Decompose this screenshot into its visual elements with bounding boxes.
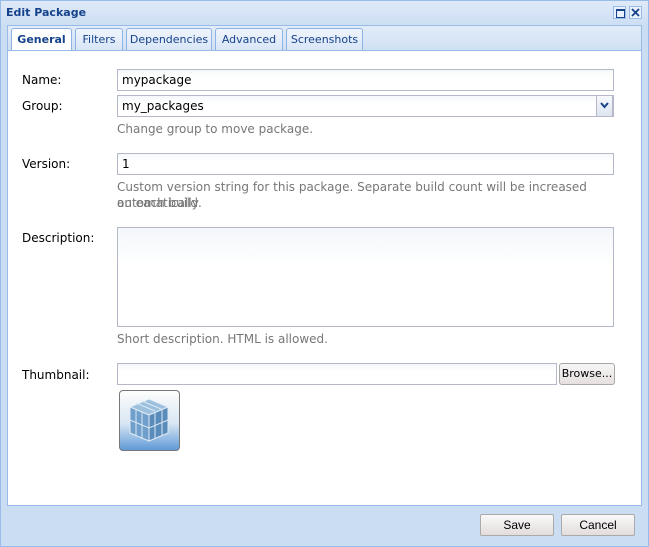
group-value: my_packages <box>122 99 204 113</box>
maximize-button[interactable] <box>613 6 626 19</box>
close-icon <box>631 8 640 17</box>
cancel-button[interactable]: Cancel <box>561 514 635 536</box>
tab-advanced[interactable]: Advanced <box>215 28 283 51</box>
title-bar[interactable]: Edit Package <box>1 1 648 25</box>
tab-filters[interactable]: Filters <box>75 28 123 51</box>
group-hint: Change group to move package. <box>117 122 314 136</box>
description-hint: Short description. HTML is allowed. <box>117 332 328 346</box>
tab-screenshots[interactable]: Screenshots <box>286 28 363 51</box>
thumbnail-label: Thumbnail: <box>22 368 90 382</box>
dialog-title: Edit Package <box>6 6 87 19</box>
save-button[interactable]: Save <box>480 514 554 536</box>
package-cube-icon <box>128 398 170 442</box>
thumbnail-file-input[interactable] <box>117 363 557 385</box>
tab-strip: General Filters Dependencies Advanced Sc… <box>7 25 642 52</box>
version-hint-line2: on each build. <box>117 196 202 210</box>
name-input[interactable]: mypackage <box>117 69 614 91</box>
description-label: Description: <box>22 231 95 245</box>
group-combo[interactable]: my_packages <box>117 95 614 117</box>
chevron-down-icon <box>600 102 609 109</box>
name-label: Name: <box>22 73 62 87</box>
general-panel: Name: mypackage Group: my_packages Chang… <box>7 50 642 506</box>
version-label: Version: <box>22 157 71 171</box>
thumbnail-image <box>119 390 180 451</box>
close-button[interactable] <box>629 6 642 19</box>
edit-package-dialog: Edit Package General Filters Dependencie… <box>0 0 649 547</box>
browse-button[interactable]: Browse... <box>559 363 615 385</box>
description-textarea[interactable] <box>117 227 614 327</box>
group-dropdown-button[interactable] <box>596 95 613 117</box>
tab-dependencies[interactable]: Dependencies <box>126 28 212 51</box>
tab-general[interactable]: General <box>11 28 72 52</box>
group-label: Group: <box>22 99 63 113</box>
version-input[interactable]: 1 <box>117 153 614 175</box>
